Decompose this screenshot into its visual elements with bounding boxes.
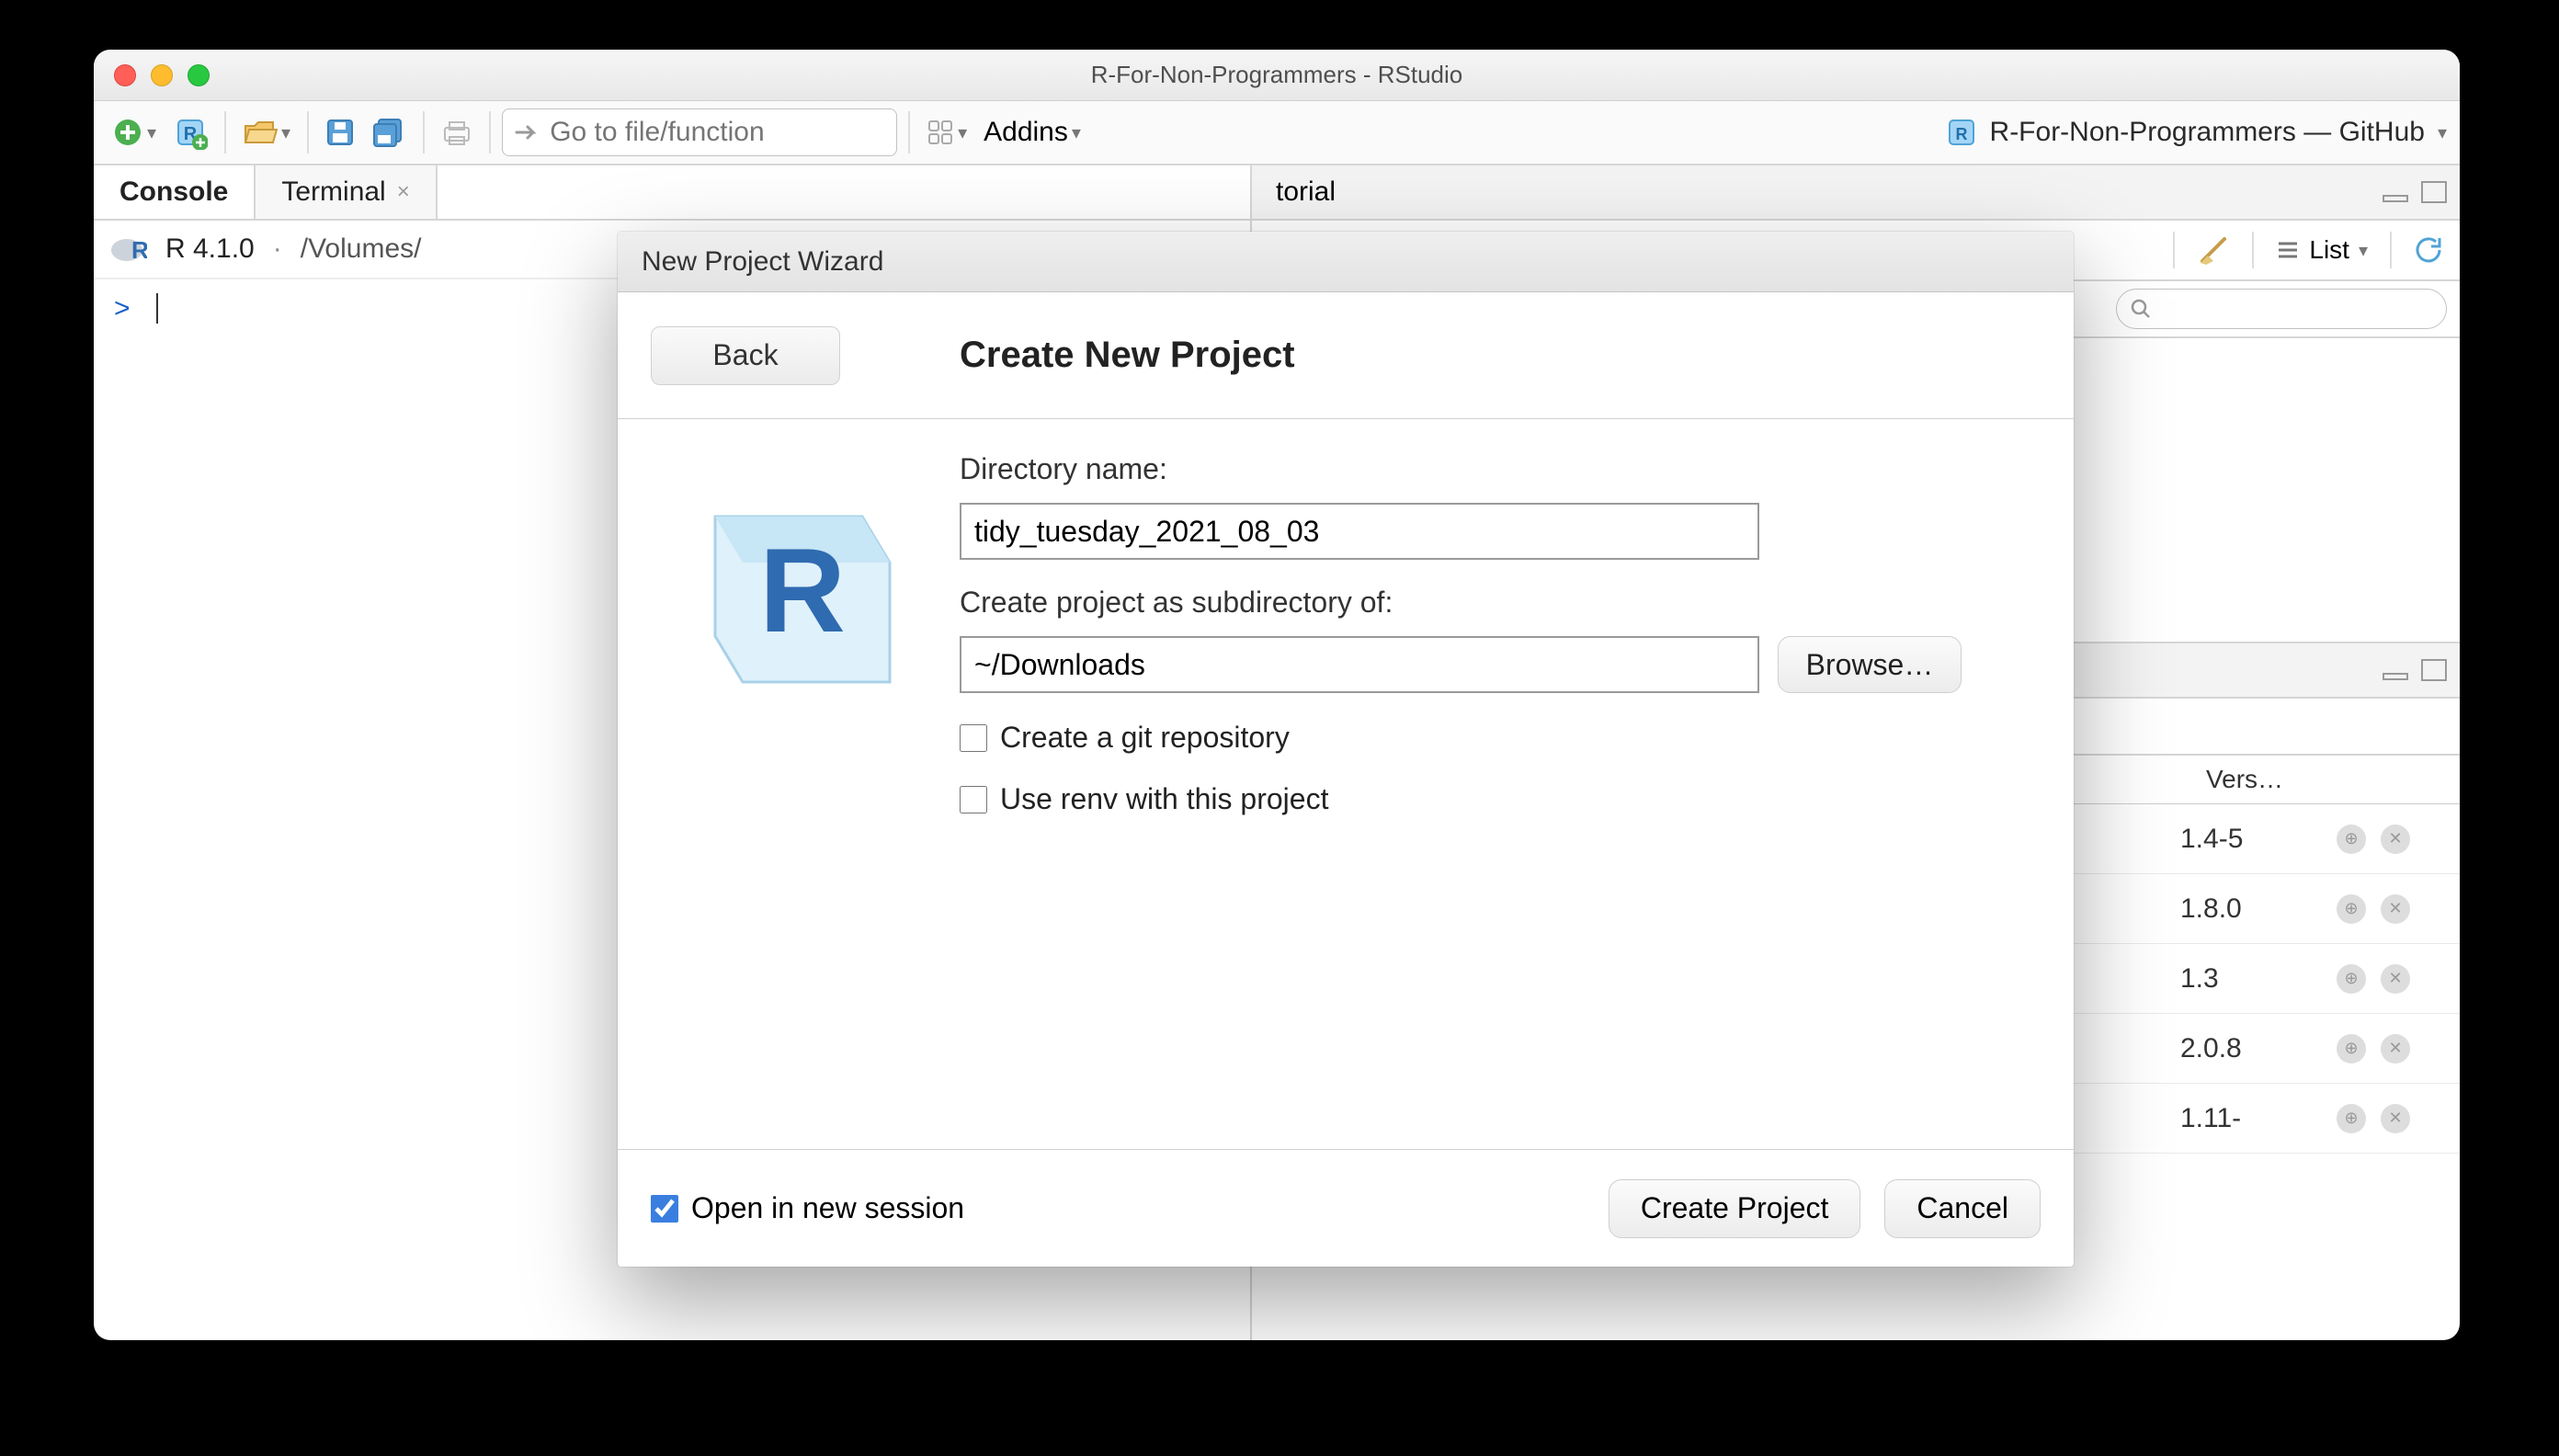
open-session-checkbox[interactable] bbox=[651, 1195, 678, 1223]
tab-tutorial[interactable]: torial bbox=[1265, 176, 1336, 208]
pkg-version: 2.0.8 bbox=[2180, 1033, 2337, 1064]
pane-max-icon[interactable] bbox=[2421, 659, 2447, 681]
broom-icon[interactable] bbox=[2197, 233, 2230, 267]
save-all-button[interactable] bbox=[366, 113, 412, 152]
remove-icon[interactable]: ✕ bbox=[2381, 894, 2410, 924]
arrow-icon bbox=[514, 120, 539, 144]
titlebar: R-For-Non-Programmers - RStudio bbox=[94, 50, 2460, 101]
console-path: /Volumes/ bbox=[301, 233, 422, 265]
web-icon[interactable]: ⊕ bbox=[2337, 825, 2366, 854]
r-project-icon: R bbox=[651, 452, 927, 728]
env-search-input[interactable] bbox=[2159, 295, 2433, 324]
pane-min-icon[interactable] bbox=[2383, 660, 2408, 680]
project-switcher[interactable]: R R-For-Non-Programmers — GitHub ▾ bbox=[1946, 117, 2447, 148]
web-icon[interactable]: ⊕ bbox=[2337, 894, 2366, 924]
new-file-button[interactable]: ▾ bbox=[107, 113, 162, 152]
remove-icon[interactable]: ✕ bbox=[2381, 1034, 2410, 1064]
git-label: Create a git repository bbox=[1000, 721, 1290, 755]
svg-text:R: R bbox=[1955, 125, 1967, 143]
addins-menu[interactable]: Addins ▾ bbox=[978, 113, 1086, 152]
pane-max-icon[interactable] bbox=[2421, 181, 2447, 203]
r-logo-icon: R bbox=[110, 233, 147, 265]
new-project-wizard-dialog: New Project Wizard Back Create New Proje… bbox=[618, 232, 2074, 1267]
back-button[interactable]: Back bbox=[651, 326, 840, 385]
r-version-label: R 4.1.0 bbox=[165, 233, 255, 265]
new-project-button[interactable]: R bbox=[167, 111, 213, 154]
tab-terminal[interactable]: Terminal× bbox=[256, 165, 437, 219]
remove-icon[interactable]: ✕ bbox=[2381, 964, 2410, 994]
web-icon[interactable]: ⊕ bbox=[2337, 1034, 2366, 1064]
pane-min-icon[interactable] bbox=[2383, 182, 2408, 202]
print-button[interactable] bbox=[436, 115, 478, 150]
renv-checkbox[interactable] bbox=[960, 786, 987, 813]
remove-icon[interactable]: ✕ bbox=[2381, 1104, 2410, 1133]
web-icon[interactable]: ⊕ bbox=[2337, 964, 2366, 994]
cancel-button[interactable]: Cancel bbox=[1884, 1179, 2041, 1238]
dialog-header: Back Create New Project bbox=[618, 292, 2074, 419]
open-session-row[interactable]: Open in new session bbox=[651, 1191, 964, 1225]
project-name-label: R-For-Non-Programmers — GitHub bbox=[1990, 117, 2425, 148]
grid-view-button[interactable]: ▾ bbox=[921, 115, 972, 150]
pkg-version: 1.4-5 bbox=[2180, 824, 2337, 855]
pkg-version: 1.8.0 bbox=[2180, 893, 2337, 925]
renv-label: Use renv with this project bbox=[1000, 782, 1328, 816]
left-tabs: Console Terminal× bbox=[94, 165, 1250, 221]
rstudio-window: R-For-Non-Programmers - RStudio ▾ R ▾ bbox=[94, 50, 2460, 1340]
dir-name-label: Directory name: bbox=[960, 452, 2041, 486]
browse-button[interactable]: Browse… bbox=[1778, 636, 1962, 693]
subdirectory-input[interactable] bbox=[960, 636, 1759, 693]
git-checkbox-row[interactable]: Create a git repository bbox=[960, 721, 2041, 755]
list-label: List bbox=[2309, 235, 2349, 265]
project-icon: R bbox=[1946, 117, 1977, 148]
svg-text:R: R bbox=[759, 523, 846, 657]
search-icon bbox=[2130, 298, 2150, 320]
tab-console[interactable]: Console bbox=[94, 165, 256, 219]
directory-name-input[interactable] bbox=[960, 503, 1759, 560]
dialog-heading: Create New Project bbox=[960, 335, 1295, 376]
pkg-version: 1.11- bbox=[2180, 1103, 2337, 1134]
dialog-form: Directory name: Create project as subdir… bbox=[960, 452, 2041, 1116]
main-toolbar: ▾ R ▾ ▾ Addins ▾ bbox=[94, 101, 2460, 165]
open-file-button[interactable]: ▾ bbox=[237, 113, 296, 152]
web-icon[interactable]: ⊕ bbox=[2337, 1104, 2366, 1133]
col-version[interactable]: Vers… bbox=[2193, 756, 2349, 803]
pkg-version: 1.3 bbox=[2180, 963, 2337, 995]
save-button[interactable] bbox=[320, 114, 360, 151]
open-session-label: Open in new session bbox=[691, 1191, 964, 1225]
dialog-footer: Open in new session Create Project Cance… bbox=[618, 1149, 2074, 1267]
dialog-body: R Directory name: Create project as subd… bbox=[618, 419, 2074, 1149]
refresh-icon[interactable] bbox=[2414, 233, 2447, 267]
goto-file-function[interactable] bbox=[502, 108, 897, 156]
list-view-button[interactable]: List ▾ bbox=[2276, 235, 2368, 265]
renv-checkbox-row[interactable]: Use renv with this project bbox=[960, 782, 2041, 816]
env-search[interactable] bbox=[2116, 289, 2447, 329]
close-icon[interactable]: × bbox=[397, 179, 410, 205]
addins-label: Addins bbox=[984, 117, 1068, 148]
console-prompt: > bbox=[114, 293, 131, 324]
create-project-button[interactable]: Create Project bbox=[1609, 1179, 1861, 1238]
svg-text:R: R bbox=[131, 236, 147, 264]
dialog-title: New Project Wizard bbox=[618, 232, 2074, 292]
goto-input[interactable] bbox=[550, 117, 885, 148]
subdir-label: Create project as subdirectory of: bbox=[960, 586, 2041, 620]
window-title: R-For-Non-Programmers - RStudio bbox=[94, 61, 2460, 89]
remove-icon[interactable]: ✕ bbox=[2381, 825, 2410, 854]
env-tabs: torial bbox=[1252, 165, 2460, 221]
git-checkbox[interactable] bbox=[960, 724, 987, 752]
